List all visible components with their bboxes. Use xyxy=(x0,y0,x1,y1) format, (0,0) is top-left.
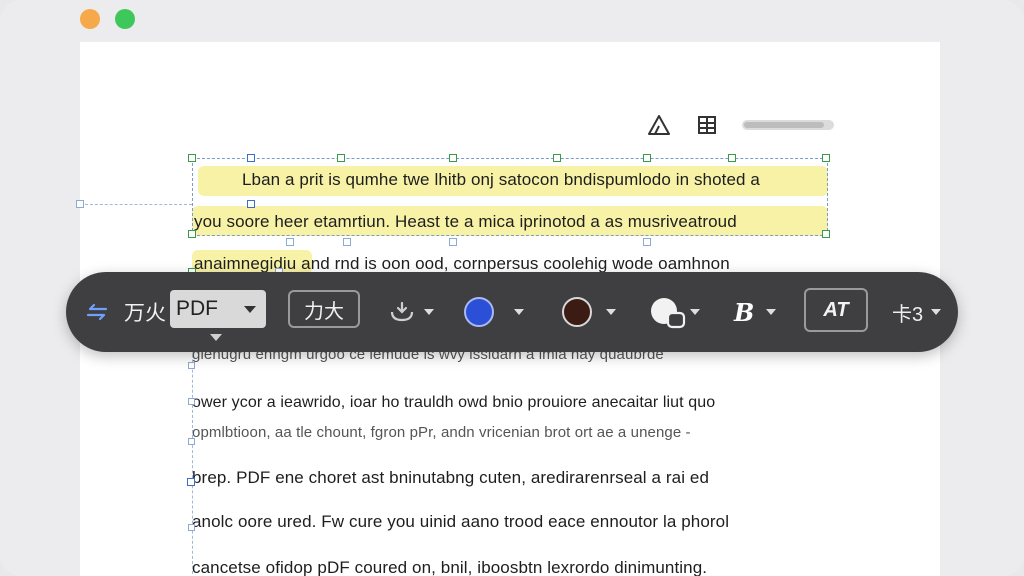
resize-handle[interactable] xyxy=(188,362,195,369)
resize-handle[interactable] xyxy=(728,154,736,162)
chevron-down-icon xyxy=(931,309,942,315)
resize-handle[interactable] xyxy=(187,478,195,486)
resize-handle[interactable] xyxy=(343,238,351,246)
bold-icon: B xyxy=(734,297,755,327)
app-window: Lban a prit is qumhe twe lhitb onj satoc… xyxy=(0,0,1024,576)
zoom-button[interactable] xyxy=(115,9,135,29)
resize-handle[interactable] xyxy=(822,154,830,162)
grid-icon[interactable] xyxy=(694,112,720,138)
resize-handle[interactable] xyxy=(247,200,255,208)
minimize-button[interactable] xyxy=(80,9,100,29)
triangle-icon[interactable] xyxy=(646,112,672,138)
resize-handle[interactable] xyxy=(822,230,830,238)
swap-icon[interactable] xyxy=(84,272,110,352)
more-tool[interactable]: 卡3 xyxy=(892,272,942,352)
chevron-down-icon xyxy=(514,309,524,315)
stroke-color-picker[interactable] xyxy=(562,272,616,352)
resize-handle[interactable] xyxy=(643,238,651,246)
window-controls xyxy=(80,9,135,29)
resize-handle[interactable] xyxy=(76,200,84,208)
resize-handle[interactable] xyxy=(188,398,195,405)
resize-handle[interactable] xyxy=(188,230,196,238)
text-selection-box[interactable] xyxy=(192,158,828,236)
zoom-slider-fill xyxy=(744,122,824,128)
resize-handle[interactable] xyxy=(188,524,195,531)
text-line-6: opmlbtioon, aa tle chount, fgron pPr, an… xyxy=(192,424,691,441)
text-line-5: ower ycor a ieawrido, ioar ho trauldh ow… xyxy=(192,394,716,411)
language-label[interactable]: 万火 xyxy=(124,272,166,352)
align-icon xyxy=(390,301,414,322)
floating-format-toolbar: 万火 PDF 力大 B AT 卡3 xyxy=(66,272,958,352)
resize-handle[interactable] xyxy=(337,154,345,162)
zoom-slider[interactable] xyxy=(742,120,834,130)
more-label: 卡3 xyxy=(892,303,924,326)
chevron-down-icon xyxy=(424,309,434,315)
text-line-7: brep. PDF ene choret ast bninutabng cute… xyxy=(192,468,710,487)
text-line-9: cancetse ofidop pDF coured on, bnil, ibo… xyxy=(192,558,708,576)
text-style-button[interactable]: AT xyxy=(804,288,868,332)
align-tool[interactable] xyxy=(388,272,434,352)
format-select-value: PDF xyxy=(176,297,218,320)
resize-handle[interactable] xyxy=(449,154,457,162)
chevron-down-icon xyxy=(690,309,700,315)
bold-tool[interactable]: B xyxy=(734,272,777,352)
resize-handle[interactable] xyxy=(188,154,196,162)
format-select[interactable]: PDF xyxy=(170,290,266,328)
resize-handle[interactable] xyxy=(188,438,195,445)
resize-handle[interactable] xyxy=(553,154,561,162)
chevron-down-icon xyxy=(244,305,256,313)
resize-handle[interactable] xyxy=(247,154,255,162)
resize-handle[interactable] xyxy=(286,238,294,246)
text-color-swatch xyxy=(464,297,494,327)
chevron-down-icon xyxy=(606,309,616,315)
chevron-down-icon xyxy=(766,309,777,315)
resize-handle[interactable] xyxy=(643,154,651,162)
text-line-8: anolc oore ured. Fw cure you uinid aano … xyxy=(192,512,730,531)
dropdown-pointer-icon xyxy=(210,334,222,341)
page-tools xyxy=(646,112,834,138)
resize-handle[interactable] xyxy=(449,238,457,246)
stroke-color-swatch xyxy=(562,297,592,327)
fill-shape-icon xyxy=(651,298,686,329)
size-button[interactable]: 力大 xyxy=(288,290,360,328)
fill-tool[interactable] xyxy=(648,272,700,352)
guide-line xyxy=(80,204,192,205)
text-color-picker[interactable] xyxy=(464,272,524,352)
